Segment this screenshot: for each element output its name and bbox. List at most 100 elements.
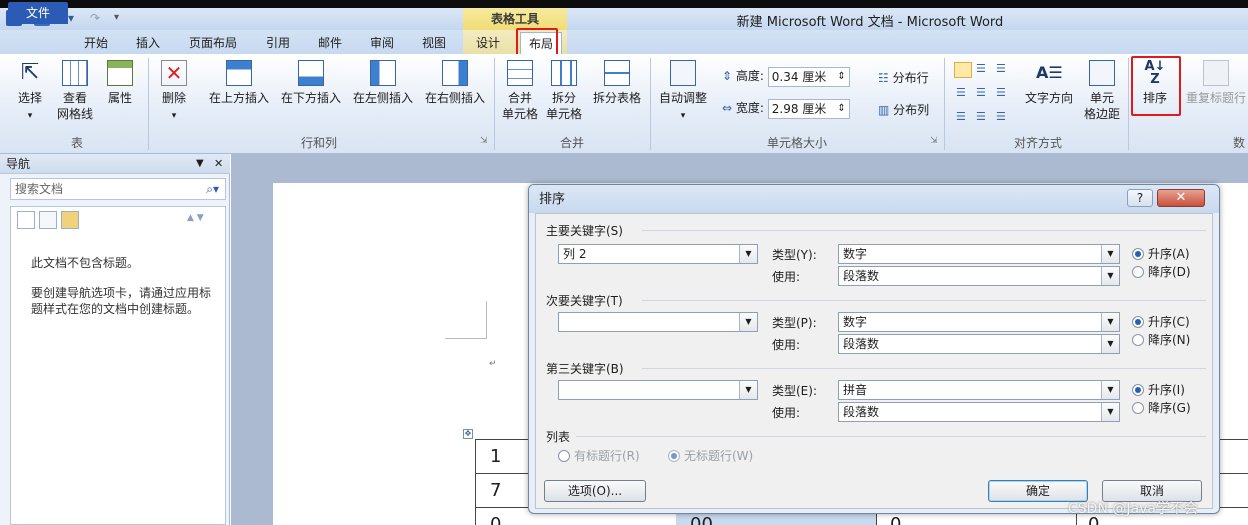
- secondary-key-combo[interactable]: ▼: [558, 312, 758, 332]
- results-tab-icon[interactable]: [61, 211, 79, 229]
- options-button[interactable]: 选项(O)...: [544, 480, 646, 502]
- chevron-down-icon[interactable]: ▼: [1101, 313, 1119, 331]
- no-header-row-radio[interactable]: 无标题行(W): [668, 448, 753, 464]
- window-title: 新建 Microsoft Word 文档 - Microsoft Word: [736, 15, 1004, 30]
- dialog-launcher-icon[interactable]: ⇲: [930, 136, 938, 146]
- gridlines-icon: [62, 60, 88, 86]
- delete-icon: ✕: [161, 60, 187, 86]
- tertiary-descending-radio[interactable]: 降序(G): [1132, 400, 1191, 416]
- tertiary-ascending-radio[interactable]: 升序(I): [1132, 382, 1185, 398]
- column-width-spinner[interactable]: 2.98 厘米 ⇕: [767, 98, 850, 119]
- repeat-header-rows-button[interactable]: 重复标题行: [1184, 58, 1248, 130]
- align-bottom-center-icon[interactable]: ☰: [976, 110, 992, 126]
- distribute-rows-button[interactable]: ☷ 分布行: [878, 68, 929, 88]
- secondary-ascending-radio[interactable]: 升序(C): [1132, 314, 1190, 330]
- tab-home[interactable]: 开始: [78, 32, 114, 54]
- tab-view[interactable]: 视图: [414, 32, 454, 54]
- delete-button[interactable]: ✕ 删除 ▾: [154, 58, 194, 130]
- align-middle-center-icon[interactable]: ☰: [976, 86, 992, 102]
- align-bottom-right-icon[interactable]: ☰: [996, 110, 1012, 126]
- properties-icon: [107, 60, 133, 86]
- tab-design[interactable]: 设计: [468, 32, 508, 54]
- tertiary-key-combo[interactable]: ▼: [558, 380, 758, 400]
- merge-cells-button[interactable]: 合并 单元格: [498, 58, 542, 130]
- row-height-icon: ⇕: [722, 69, 733, 83]
- headings-tab-icon[interactable]: [17, 211, 35, 229]
- align-top-right-icon[interactable]: ☰: [996, 62, 1012, 78]
- row-height-spinner[interactable]: 0.34 厘米 ⇕: [767, 66, 850, 87]
- cell-margins-button[interactable]: 单元 格边距: [1080, 58, 1124, 130]
- dialog-launcher-icon[interactable]: ⇲: [480, 136, 488, 146]
- table-cell[interactable]: 1: [490, 446, 501, 467]
- close-icon[interactable]: ✕: [1157, 189, 1205, 207]
- align-middle-right-icon[interactable]: ☰: [996, 86, 1012, 102]
- align-top-left-icon[interactable]: [954, 62, 972, 78]
- primary-use-combo[interactable]: 段落数 ▼: [838, 266, 1120, 286]
- chevron-down-icon[interactable]: ▼: [1101, 335, 1119, 353]
- nav-menu-icon[interactable]: ▼: [196, 154, 204, 174]
- chevron-down-icon[interactable]: ▼: [739, 381, 757, 399]
- insert-right-button[interactable]: 在右侧插入: [420, 58, 490, 130]
- layout-tab-highlight: [516, 28, 558, 56]
- secondary-descending-radio[interactable]: 降序(N): [1132, 332, 1190, 348]
- insert-above-button[interactable]: 在上方插入: [204, 58, 274, 130]
- spin-arrows-icon[interactable]: ⇕: [837, 100, 845, 118]
- section-divider: [642, 368, 1206, 369]
- table-cell[interactable]: 0: [890, 514, 901, 525]
- table-cell[interactable]: 0: [490, 514, 501, 525]
- align-top-center-icon[interactable]: ☰: [976, 62, 992, 78]
- pages-tab-icon[interactable]: [39, 211, 57, 229]
- nav-title: 导航: [6, 157, 31, 171]
- properties-button[interactable]: 属性: [100, 58, 140, 130]
- align-bottom-left-icon[interactable]: ☰: [956, 110, 972, 126]
- redo-icon[interactable]: ↷: [90, 10, 106, 26]
- chevron-down-icon[interactable]: ▼: [739, 313, 757, 331]
- tab-references[interactable]: 引用: [258, 32, 298, 54]
- search-input[interactable]: 搜索文档 ⌕▾: [10, 178, 226, 200]
- chevron-down-icon[interactable]: ▼: [1101, 381, 1119, 399]
- primary-ascending-radio[interactable]: 升序(A): [1132, 246, 1190, 262]
- table-cell[interactable]: 00: [690, 514, 713, 525]
- primary-type-combo[interactable]: 数字 ▼: [838, 244, 1120, 264]
- tab-file[interactable]: 文件: [8, 2, 68, 24]
- split-cells-button[interactable]: 拆分 单元格: [542, 58, 586, 130]
- alignment-grid: ☰ ☰ ☰ ☰ ☰ ☰ ☰ ☰: [954, 62, 1014, 132]
- text-direction-button[interactable]: A☰ 文字方向: [1020, 58, 1078, 130]
- distribute-columns-button[interactable]: ▥ 分布列: [878, 100, 929, 120]
- insert-left-button[interactable]: 在左侧插入: [348, 58, 418, 130]
- chevron-down-icon[interactable]: ▼: [1101, 267, 1119, 285]
- search-icon[interactable]: ⌕▾: [206, 179, 219, 199]
- secondary-type-label: 类型(P):: [772, 316, 817, 330]
- list-label: 列表: [546, 430, 571, 444]
- tab-review[interactable]: 审阅: [362, 32, 402, 54]
- chevron-down-icon[interactable]: ▼: [739, 245, 757, 263]
- primary-descending-radio[interactable]: 降序(D): [1132, 264, 1191, 280]
- tab-mailings[interactable]: 邮件: [310, 32, 350, 54]
- no-headings-message: 此文档不包含标题。: [31, 256, 140, 270]
- select-button[interactable]: ⇱ 选择 ▾: [10, 58, 50, 130]
- header-row-radio[interactable]: 有标题行(R): [558, 448, 640, 464]
- tertiary-use-combo[interactable]: 段落数 ▼: [838, 402, 1120, 422]
- close-icon[interactable]: ✕: [214, 154, 223, 174]
- table-cell[interactable]: 7: [490, 480, 501, 501]
- chevron-down-icon[interactable]: ▼: [1101, 245, 1119, 263]
- chevron-down-icon[interactable]: ▼: [1101, 403, 1119, 421]
- align-middle-left-icon[interactable]: ☰: [956, 86, 972, 102]
- secondary-type-combo[interactable]: 数字 ▼: [838, 312, 1120, 332]
- tab-insert[interactable]: 插入: [128, 32, 168, 54]
- nav-up-down-icon[interactable]: ▲ ▼: [187, 213, 204, 223]
- customize-qat-icon[interactable]: ▾: [114, 10, 130, 26]
- tab-page-layout[interactable]: 页面布局: [180, 32, 246, 54]
- insert-below-button[interactable]: 在下方插入: [276, 58, 346, 130]
- table-move-handle-icon[interactable]: ✥: [463, 429, 473, 439]
- help-icon[interactable]: ?: [1127, 189, 1153, 207]
- primary-key-combo[interactable]: 列 2 ▼: [558, 244, 758, 264]
- spin-arrows-icon[interactable]: ⇕: [837, 68, 845, 86]
- view-gridlines-button[interactable]: 查看 网格线: [52, 58, 98, 130]
- split-table-icon: [604, 60, 630, 86]
- autofit-button[interactable]: 自动调整 ▾: [654, 58, 712, 130]
- split-table-button[interactable]: 拆分表格: [588, 58, 646, 130]
- tertiary-type-combo[interactable]: 拼音 ▼: [838, 380, 1120, 400]
- sort-dialog: 排序 ? ✕ 主要关键字(S) 列 2 ▼ 类型(Y): 数字 ▼ 使用: 段落数 ▼…: [528, 184, 1220, 514]
- secondary-use-combo[interactable]: 段落数 ▼: [838, 334, 1120, 354]
